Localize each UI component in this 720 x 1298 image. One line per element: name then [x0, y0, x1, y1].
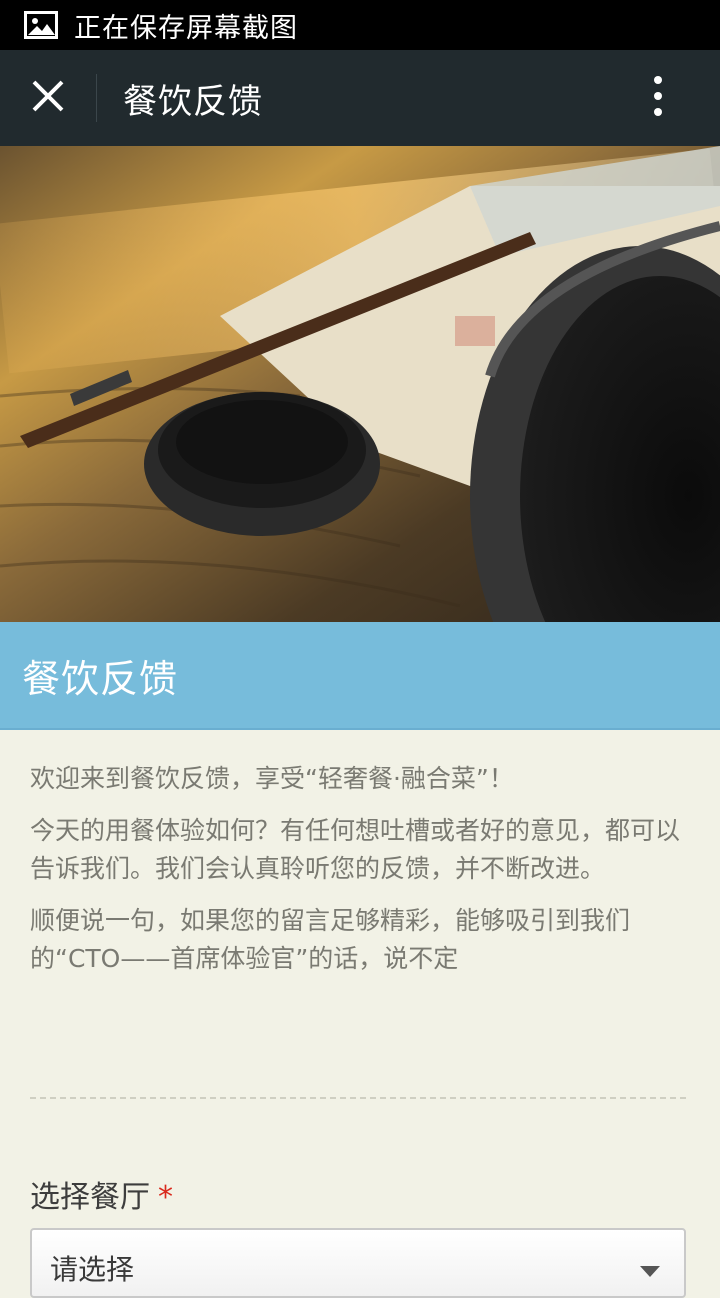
restaurant-label: 选择餐厅 * — [30, 1172, 173, 1216]
restaurant-label-text: 选择餐厅 — [30, 1180, 150, 1215]
dashed-divider — [30, 1097, 686, 1099]
close-icon — [31, 79, 65, 117]
required-mark: * — [158, 1180, 173, 1215]
app-bar: 餐饮反馈 — [0, 50, 720, 146]
status-text: 正在保存屏幕截图 — [74, 12, 298, 44]
intro-paragraph: 欢迎来到餐饮反馈，享受“轻奢餐·融合菜”！ — [30, 764, 514, 793]
hero-image — [0, 146, 720, 622]
intro-paragraph: 今天的用餐体验如何？有任何想吐槽或者好的意见，都可以告诉我们。我们会认真聆听您的… — [30, 816, 681, 883]
image-icon — [24, 11, 58, 39]
more-button[interactable] — [618, 50, 698, 146]
intro-text: 欢迎来到餐饮反馈，享受“轻奢餐·融合菜”！ 今天的用餐体验如何？有任何想吐槽或者… — [30, 760, 690, 992]
page-title: 餐饮反馈 — [123, 81, 263, 122]
chevron-down-icon — [640, 1266, 660, 1277]
restaurant-select[interactable]: 请选择 — [30, 1228, 686, 1298]
banner-title: 餐饮反馈 — [22, 656, 179, 701]
app-bar-divider — [96, 74, 97, 122]
status-bar: 正在保存屏幕截图 — [0, 0, 720, 50]
close-button[interactable] — [0, 50, 96, 146]
intro-paragraph: 顺便说一句，如果您的留言足够精彩，能够吸引到我们的“CTO——首席体验官”的话，… — [30, 906, 631, 973]
select-value: 请选择 — [50, 1253, 135, 1286]
more-vert-icon — [653, 76, 663, 120]
section-banner: 餐饮反馈 — [0, 622, 720, 730]
